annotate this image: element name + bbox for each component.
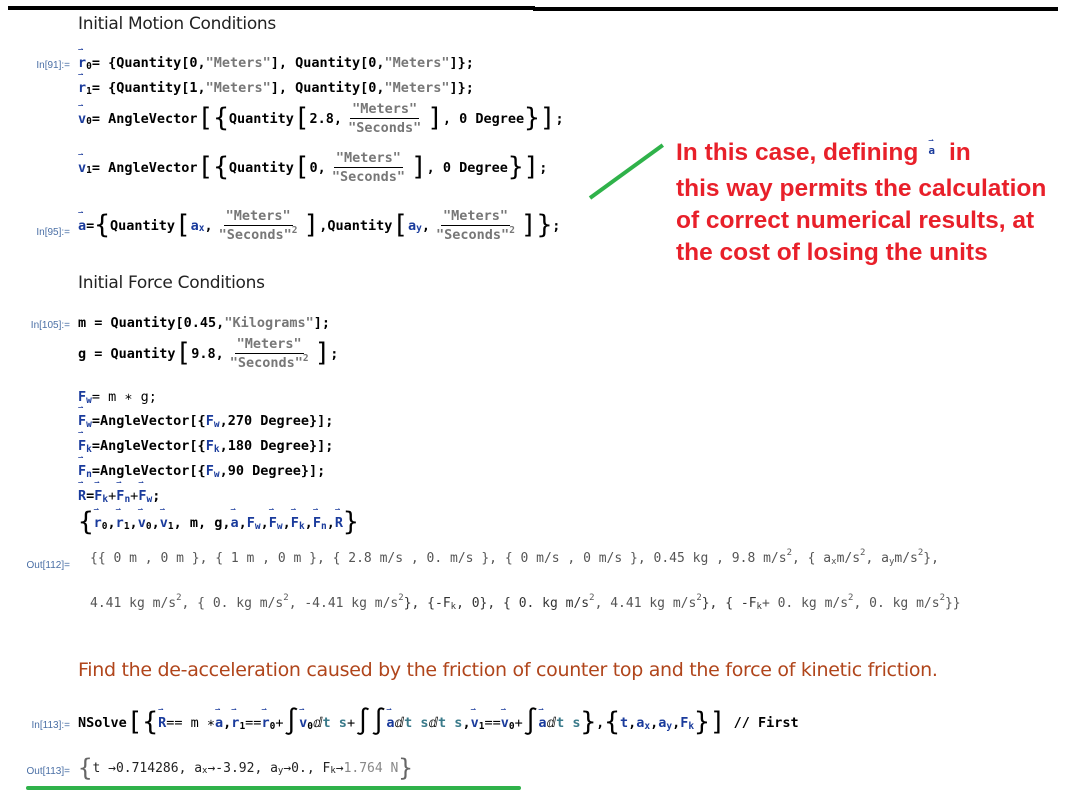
section-initial-motion: Initial Motion Conditions (78, 14, 276, 34)
annotation-pointer-line (588, 143, 664, 200)
output-label: Out[113]= (26, 766, 70, 777)
top-rule-right (533, 7, 1058, 11)
unit-fraction: "Meters" "Seconds" (331, 150, 405, 185)
code-line-v1[interactable]: v1 = AngleVector[{Quantity[0, "Meters""S… (78, 150, 547, 186)
code-line-g[interactable]: g = Quantity[9.8, "Meters" "Seconds"2 ]; (78, 336, 338, 371)
code-line-vec-fk[interactable]: Fk = AngleVector[{Fk, 180 Degree}]; (78, 428, 333, 455)
code-line-vec-fn[interactable]: Fn = AngleVector[{Fw, 90 Degree}]; (78, 453, 325, 480)
top-rule-left (8, 6, 535, 10)
code-line-fw[interactable]: Fw = m ∗ g; (78, 389, 157, 406)
unit-fraction: "Meters" "Seconds"2 (218, 208, 298, 243)
output-label: Out[112]= (26, 560, 70, 571)
unit-fraction: "Meters" "Seconds" (348, 101, 422, 136)
input-label: In[105]:= (30, 320, 70, 331)
code-line-m[interactable]: m = Quantity[0.45, "Kilograms"]; (78, 315, 330, 331)
code-line-r0[interactable]: r0 = {Quantity[0, "Meters"], Quantity[0,… (78, 45, 474, 72)
output-113-result: {t → 0.714286, ax → -3.92, ay → 0., Fk →… (78, 754, 413, 782)
section-initial-force: Initial Force Conditions (78, 273, 265, 293)
result-underline-highlight (26, 786, 521, 790)
code-line-nsolve[interactable]: NSolve[{R == m ∗ a, r1 == r0 + ∫v0ⅆ t s … (78, 705, 799, 736)
code-line-v0[interactable]: v0 = AngleVector[{Quantity[2.8, "Meters"… (78, 101, 564, 137)
input-label: In[95]:= (36, 227, 70, 238)
code-line-a[interactable]: a = {Quantity[ax, "Meters""Seconds"2 ], … (78, 208, 560, 244)
annotation-note: In this case, definingain this way permi… (676, 125, 1056, 269)
code-line-vec-fw[interactable]: Fw = AngleVector[{Fw, 270 Degree}]; (78, 403, 333, 430)
code-line-r-sum[interactable]: R = Fk + Fn + Fw; (78, 478, 160, 505)
unit-fraction: "Meters" "Seconds"2 (229, 336, 309, 371)
code-line-list[interactable]: {r0, r1, v0, v1, m, g, a, Fw, Fw, Fk, Fn… (78, 505, 359, 536)
output-112-line-2: 4.41 kg m/s 2 , { 0. kg m/s 2 , -4.41 kg m… (90, 592, 961, 612)
output-112-line-1: {{ 0 m , 0 m }, { 1 m , 0 m }, { 2.8 m/s… (90, 547, 939, 567)
section-find-deacceleration: Find the de-acceleration caused by the f… (78, 659, 938, 681)
code-line-r1[interactable]: r1 = {Quantity[1, "Meters"], Quantity[0,… (78, 70, 474, 97)
input-label: In[91]:= (36, 60, 70, 71)
acceleration-vector-symbol: a (928, 125, 935, 167)
input-label: In[113]:= (31, 720, 70, 731)
unit-fraction: "Meters" "Seconds"2 (436, 208, 515, 243)
